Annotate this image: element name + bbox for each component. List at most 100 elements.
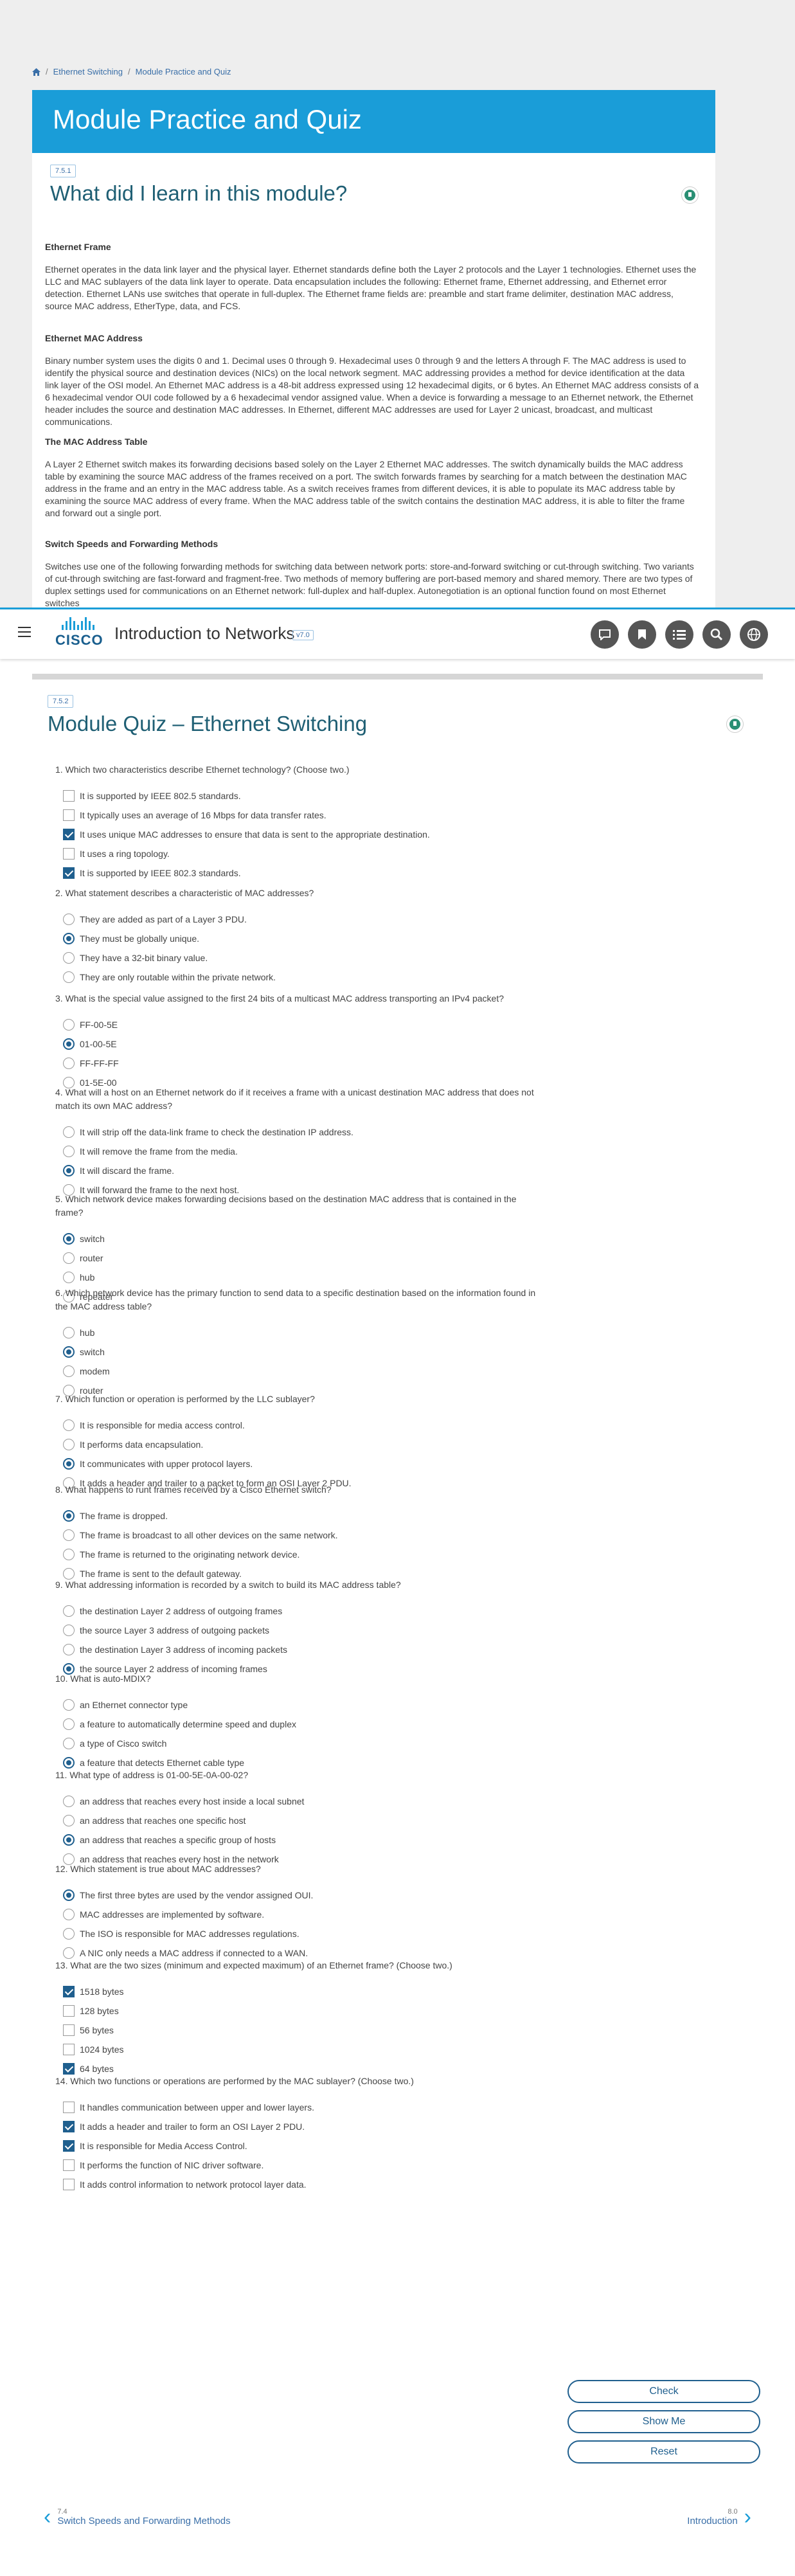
answer-radio[interactable] — [63, 1419, 75, 1431]
answer-radio[interactable] — [63, 1928, 75, 1940]
answer-option[interactable]: 1024 bytes — [55, 2043, 544, 2056]
answer-option[interactable]: It adds control information to network p… — [55, 2178, 544, 2191]
answer-checkbox[interactable] — [63, 2044, 75, 2055]
answer-option[interactable]: It communicates with upper protocol laye… — [55, 1457, 544, 1470]
answer-checkbox[interactable] — [63, 829, 75, 840]
answer-radio[interactable] — [63, 1233, 75, 1245]
answer-option[interactable]: It is supported by IEEE 802.5 standards. — [55, 789, 544, 802]
show-me-button[interactable]: Show Me — [567, 2410, 760, 2433]
answer-radio[interactable] — [63, 1529, 75, 1541]
answer-radio[interactable] — [63, 1165, 75, 1176]
answer-option[interactable]: They are only routable within the privat… — [55, 971, 544, 984]
answer-option[interactable]: 1518 bytes — [55, 1985, 544, 1998]
answer-radio[interactable] — [63, 1327, 75, 1338]
answer-radio[interactable] — [63, 1738, 75, 1749]
answer-checkbox[interactable] — [63, 2005, 75, 2017]
answer-option[interactable]: It performs the function of NIC driver s… — [55, 2159, 544, 2172]
answer-radio[interactable] — [63, 952, 75, 964]
answer-option[interactable]: switch — [55, 1346, 544, 1358]
bookmark-icon[interactable] — [628, 620, 656, 649]
answer-option[interactable]: FF-00-5E — [55, 1018, 544, 1031]
answer-option[interactable]: The first three bytes are used by the ve… — [55, 1889, 544, 1902]
answer-option[interactable]: a feature to automatically determine spe… — [55, 1718, 544, 1731]
answer-option[interactable]: router — [55, 1252, 544, 1265]
answer-option[interactable]: It adds a header and trailer to form an … — [55, 2120, 544, 2133]
answer-option[interactable]: MAC addresses are implemented by softwar… — [55, 1908, 544, 1921]
answer-checkbox[interactable] — [63, 1986, 75, 1997]
answer-radio[interactable] — [63, 1510, 75, 1522]
answer-option[interactable]: switch — [55, 1232, 544, 1245]
answer-option[interactable]: It will remove the frame from the media. — [55, 1145, 544, 1158]
search-icon[interactable] — [702, 620, 731, 649]
answer-option[interactable]: The ISO is responsible for MAC addresses… — [55, 1927, 544, 1940]
answer-checkbox[interactable] — [63, 2102, 75, 2113]
answer-option[interactable]: It is supported by IEEE 802.3 standards. — [55, 867, 544, 879]
answer-radio[interactable] — [63, 1146, 75, 1157]
answer-radio[interactable] — [63, 1815, 75, 1826]
answer-option[interactable]: a type of Cisco switch — [55, 1737, 544, 1750]
answer-radio[interactable] — [63, 971, 75, 983]
answer-option[interactable]: It performs data encapsulation. — [55, 1438, 544, 1451]
answer-option[interactable]: hub — [55, 1326, 544, 1339]
breadcrumb-item[interactable]: Ethernet Switching — [53, 67, 123, 77]
answer-checkbox[interactable] — [63, 2159, 75, 2171]
answer-option[interactable]: an address that reaches every host insid… — [55, 1795, 544, 1808]
bookmark-button[interactable] — [726, 716, 744, 733]
check-button[interactable]: Check — [567, 2380, 760, 2403]
answer-checkbox[interactable] — [63, 2140, 75, 2152]
answer-option[interactable]: It uses a ring topology. — [55, 847, 544, 860]
answer-radio[interactable] — [63, 1126, 75, 1138]
answer-radio[interactable] — [63, 1549, 75, 1560]
home-icon[interactable] — [32, 68, 40, 76]
answer-option[interactable]: the source Layer 3 address of outgoing p… — [55, 1624, 544, 1637]
answer-option[interactable]: 128 bytes — [55, 2004, 544, 2017]
chat-icon[interactable] — [591, 620, 619, 649]
answer-radio[interactable] — [63, 1272, 75, 1283]
next-page-link[interactable]: 8.0 Introduction › — [687, 2504, 751, 2530]
answer-option[interactable]: 01-00-5E — [55, 1038, 544, 1050]
answer-option[interactable]: They have a 32-bit binary value. — [55, 951, 544, 964]
answer-radio[interactable] — [63, 933, 75, 944]
answer-radio[interactable] — [63, 1346, 75, 1358]
answer-option[interactable]: 56 bytes — [55, 2024, 544, 2037]
answer-radio[interactable] — [63, 1625, 75, 1636]
answer-checkbox[interactable] — [63, 2024, 75, 2036]
globe-icon[interactable] — [740, 620, 768, 649]
breadcrumb-item[interactable]: Module Practice and Quiz — [136, 67, 231, 77]
menu-icon[interactable] — [18, 627, 31, 637]
answer-radio[interactable] — [63, 1834, 75, 1846]
answer-checkbox[interactable] — [63, 809, 75, 821]
answer-option[interactable]: modem — [55, 1365, 544, 1378]
answer-radio[interactable] — [63, 1019, 75, 1031]
answer-checkbox[interactable] — [63, 790, 75, 802]
answer-option[interactable]: It typically uses an average of 16 Mbps … — [55, 809, 544, 822]
answer-option[interactable]: FF-FF-FF — [55, 1057, 544, 1070]
answer-option[interactable]: It uses unique MAC addresses to ensure t… — [55, 828, 544, 841]
answer-radio[interactable] — [63, 1796, 75, 1807]
answer-option[interactable]: the destination Layer 2 address of outgo… — [55, 1605, 544, 1617]
bookmark-button[interactable] — [681, 186, 699, 204]
answer-checkbox[interactable] — [63, 2179, 75, 2190]
list-icon[interactable] — [665, 620, 693, 649]
answer-radio[interactable] — [63, 1038, 75, 1050]
answer-radio[interactable] — [63, 1439, 75, 1450]
answer-checkbox[interactable] — [63, 2121, 75, 2132]
answer-option[interactable]: an address that reaches a specific group… — [55, 1833, 544, 1846]
answer-radio[interactable] — [63, 1058, 75, 1069]
answer-radio[interactable] — [63, 1458, 75, 1470]
answer-radio[interactable] — [63, 914, 75, 925]
answer-option[interactable]: They must be globally unique. — [55, 932, 544, 945]
answer-option[interactable]: 64 bytes — [55, 2062, 544, 2075]
answer-option[interactable]: The frame is dropped. — [55, 1509, 544, 1522]
answer-radio[interactable] — [63, 1889, 75, 1901]
answer-option[interactable]: The frame is returned to the originating… — [55, 1548, 544, 1561]
answer-checkbox[interactable] — [63, 867, 75, 879]
answer-option[interactable]: It will strip off the data-link frame to… — [55, 1126, 544, 1139]
reset-button[interactable]: Reset — [567, 2440, 760, 2463]
answer-option[interactable]: an Ethernet connector type — [55, 1698, 544, 1711]
answer-option[interactable]: It is responsible for Media Access Contr… — [55, 2139, 544, 2152]
answer-option[interactable]: It is responsible for media access contr… — [55, 1419, 544, 1432]
answer-option[interactable]: It handles communication between upper a… — [55, 2101, 544, 2114]
previous-page-link[interactable]: ‹ 7.4 Switch Speeds and Forwarding Metho… — [44, 2504, 231, 2530]
answer-radio[interactable] — [63, 1947, 75, 1959]
